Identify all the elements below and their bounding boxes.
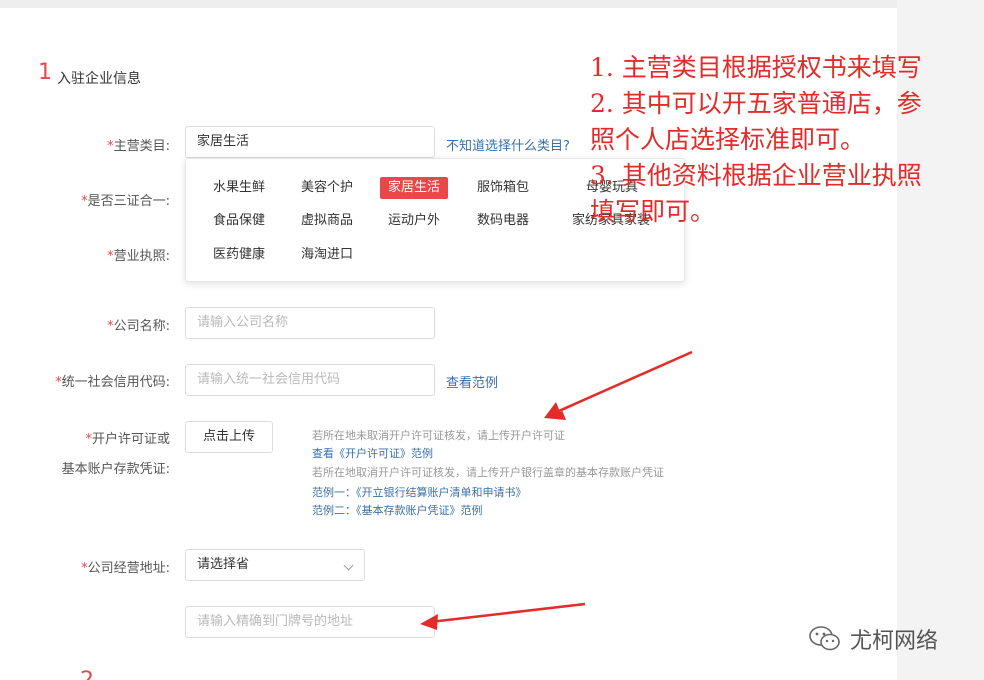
arrow-address-shaft — [429, 602, 586, 624]
brand-watermark: 尤柯网络 — [808, 622, 938, 656]
arrow-address — [420, 614, 438, 630]
annotation-arrows — [420, 350, 693, 630]
brand-name: 尤柯网络 — [850, 629, 939, 654]
wechat-icon — [808, 624, 842, 654]
arrow-credit-code-shaft — [551, 350, 693, 416]
